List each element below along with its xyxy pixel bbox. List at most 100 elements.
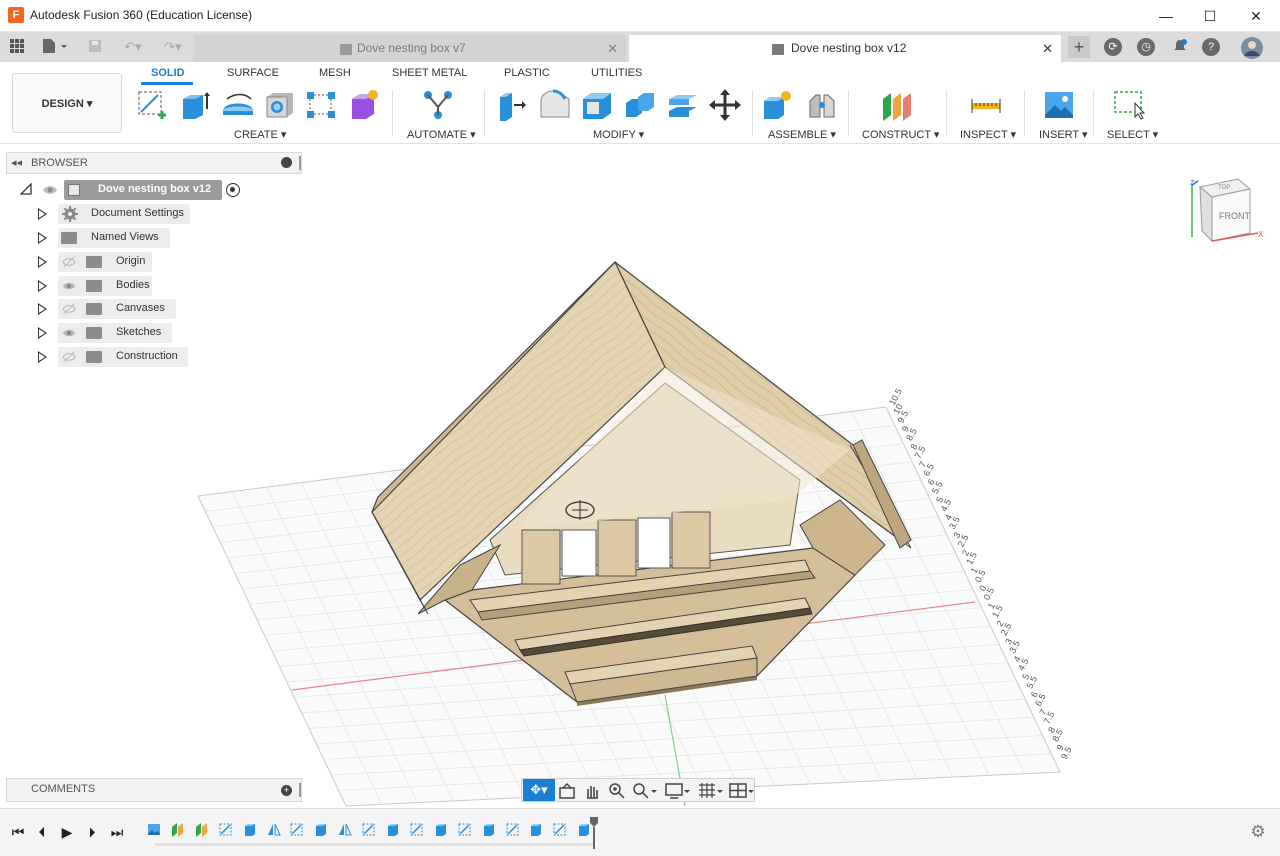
insert-canvas-icon[interactable] — [1043, 89, 1075, 121]
new-component-icon[interactable] — [762, 89, 794, 121]
browser-minimize-icon[interactable] — [281, 157, 292, 168]
comments-panel-header[interactable]: COMMENTS + — [6, 778, 302, 802]
close-window-button[interactable]: ✕ — [1236, 4, 1276, 28]
create-sketch-icon[interactable] — [136, 89, 168, 121]
automate-icon[interactable] — [422, 89, 454, 121]
tab-utilities[interactable]: UTILITIES — [591, 67, 642, 79]
visibility-eye-icon[interactable] — [62, 279, 76, 293]
maximize-button[interactable]: ☐ — [1190, 4, 1230, 28]
tab-surface[interactable]: SURFACE — [227, 67, 279, 79]
sketch-feature-icon[interactable] — [410, 822, 424, 837]
split-body-icon[interactable] — [667, 89, 699, 121]
tab-sheet-metal[interactable]: SHEET METAL — [392, 67, 467, 79]
create-form-icon[interactable] — [348, 89, 380, 121]
3d-viewport[interactable]: 10.5 10 9.5 9 8.5 8 7.5 7 6.5 6 5.5 5 4.5 4 3.5 3 2.5 2 1.… — [0, 145, 1280, 807]
document-tab-v7[interactable]: Dove nesting box v7 ✕ — [194, 35, 626, 62]
notifications-bell-icon[interactable] — [1170, 38, 1190, 56]
document-tab-v12[interactable]: Dove nesting box v12 ✕ — [629, 35, 1061, 62]
look-at-icon[interactable] — [558, 782, 576, 800]
timeline-marker-icon[interactable] — [590, 817, 598, 849]
orbit-icon[interactable]: ✥▾ — [523, 779, 555, 801]
expand-arrow-icon[interactable] — [38, 351, 47, 363]
expanded-arrow-icon[interactable] — [20, 183, 32, 195]
plane-feature-icon[interactable] — [171, 822, 185, 837]
group-modify[interactable]: MODIFY ▾ — [593, 128, 644, 141]
redo-icon[interactable]: ↷▾ — [158, 38, 188, 56]
zoom-icon[interactable] — [608, 782, 626, 800]
fillet-icon[interactable] — [539, 89, 571, 121]
extrude-feature-icon[interactable] — [314, 822, 328, 837]
plane-feature-icon[interactable] — [195, 822, 209, 837]
mirror-feature-icon[interactable] — [338, 822, 352, 837]
activate-radio-icon[interactable] — [226, 183, 240, 197]
expand-arrow-icon[interactable] — [38, 327, 47, 339]
shell-icon[interactable] — [581, 89, 613, 121]
display-settings-icon[interactable] — [665, 782, 691, 800]
hidden-eye-icon[interactable] — [62, 255, 76, 269]
offset-plane-icon[interactable] — [881, 89, 913, 121]
group-automate[interactable]: AUTOMATE ▾ — [407, 128, 476, 141]
sketch-feature-icon[interactable] — [506, 822, 520, 837]
close-tab-icon[interactable]: ✕ — [1042, 35, 1053, 62]
tab-plastic[interactable]: PLASTIC — [504, 67, 550, 79]
fit-zoom-window-icon[interactable] — [632, 782, 658, 800]
browser-root-row[interactable]: Dove nesting box v12 — [18, 179, 258, 201]
group-insert[interactable]: INSERT ▾ — [1039, 128, 1088, 141]
group-construct[interactable]: CONSTRUCT ▾ — [862, 128, 939, 141]
timeline-forward-icon[interactable]: ⏵ — [84, 824, 100, 840]
hole-icon[interactable] — [264, 89, 296, 121]
hidden-eye-icon[interactable] — [62, 350, 76, 364]
visibility-eye-icon[interactable] — [62, 326, 76, 340]
add-comment-icon[interactable]: + — [281, 785, 292, 796]
extrude-feature-icon[interactable] — [482, 822, 496, 837]
pan-hand-icon[interactable] — [583, 782, 601, 800]
job-status-clock-icon[interactable]: ◷ — [1137, 38, 1155, 56]
timeline-settings-gear-icon[interactable]: ⚙ — [1249, 823, 1267, 841]
panel-grip-icon[interactable] — [299, 156, 301, 170]
collapse-panel-icon[interactable]: ◂◂ — [11, 156, 22, 169]
extrude-icon[interactable] — [179, 89, 211, 121]
active-document-node[interactable]: Dove nesting box v12 — [64, 180, 222, 200]
undo-icon[interactable]: ↶▾ — [118, 38, 148, 56]
extrude-feature-icon[interactable] — [386, 822, 400, 837]
expand-arrow-icon[interactable] — [38, 303, 47, 315]
minimize-button[interactable]: — — [1146, 4, 1186, 28]
tab-mesh[interactable]: MESH — [319, 67, 351, 79]
press-pull-icon[interactable] — [496, 89, 528, 121]
save-icon[interactable] — [85, 38, 105, 56]
timeline-start-icon[interactable]: ⏮ — [10, 824, 26, 840]
group-create[interactable]: CREATE ▾ — [234, 128, 286, 141]
sketch-feature-icon[interactable] — [219, 822, 233, 837]
combine-icon[interactable] — [624, 89, 656, 121]
expand-arrow-icon[interactable] — [38, 208, 47, 220]
viewports-icon[interactable] — [729, 782, 755, 800]
sketch-feature-icon[interactable] — [290, 822, 304, 837]
extrude-feature-icon[interactable] — [243, 822, 257, 837]
group-select[interactable]: SELECT ▾ — [1107, 128, 1158, 141]
timeline-track[interactable] — [155, 843, 595, 846]
sketch-feature-icon[interactable] — [553, 822, 567, 837]
hidden-eye-icon[interactable] — [62, 302, 76, 316]
tab-solid[interactable]: SOLID — [151, 67, 185, 79]
sketch-feature-icon[interactable] — [362, 822, 376, 837]
help-icon[interactable]: ? — [1202, 38, 1220, 56]
viewcube[interactable]: TOP FRONT X Z — [1190, 177, 1270, 247]
joint-icon[interactable] — [806, 89, 838, 121]
timeline-play-icon[interactable]: ▶ — [59, 824, 75, 840]
revolve-icon[interactable] — [221, 89, 253, 121]
pattern-icon[interactable] — [305, 89, 337, 121]
timeline-end-icon[interactable]: ⏭ — [109, 824, 125, 840]
grid-snap-icon[interactable] — [698, 782, 724, 800]
expand-arrow-icon[interactable] — [38, 256, 47, 268]
close-tab-icon[interactable]: ✕ — [607, 35, 618, 62]
expand-arrow-icon[interactable] — [38, 232, 47, 244]
measure-icon[interactable] — [970, 89, 1002, 121]
expand-arrow-icon[interactable] — [38, 280, 47, 292]
move-copy-icon[interactable] — [709, 89, 741, 121]
extrude-feature-icon[interactable] — [434, 822, 448, 837]
group-inspect[interactable]: INSPECT ▾ — [960, 128, 1016, 141]
window-select-icon[interactable] — [1113, 89, 1146, 121]
extensions-icon[interactable]: ⟳ — [1104, 38, 1122, 56]
new-tab-plus-icon[interactable]: + — [1068, 36, 1090, 58]
workspace-switcher-button[interactable]: DESIGN ▾ — [12, 73, 122, 133]
